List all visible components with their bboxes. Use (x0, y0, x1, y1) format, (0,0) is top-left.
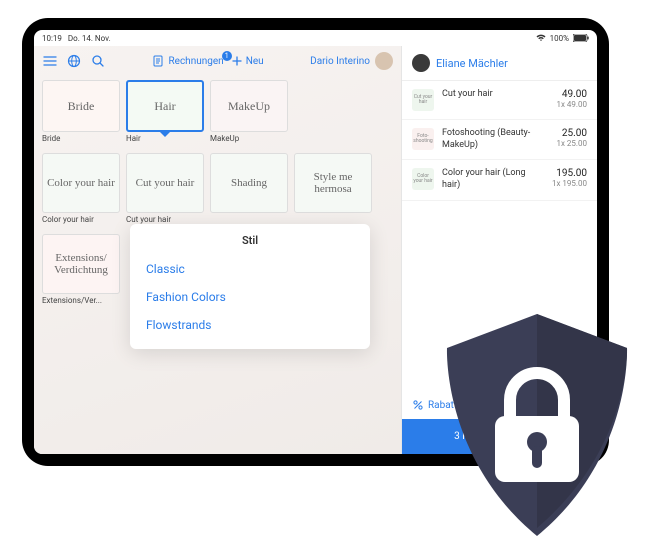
status-battery-pct: 100% (550, 34, 569, 43)
main-user-name: Dario Interino (310, 56, 370, 67)
line-item-amount: 195.00 (552, 168, 587, 179)
line-item-amount: 25.00 (556, 128, 587, 139)
main-user-chip[interactable]: Dario Interino (310, 52, 393, 70)
wifi-icon (536, 34, 546, 42)
security-shield-overlay (432, 308, 642, 544)
category-tile-label: MakeUp (228, 99, 270, 114)
new-label: Neu (246, 56, 264, 67)
percent-icon (412, 399, 424, 411)
service-label: Color your hair (42, 215, 120, 224)
service-tile-label: Cut your hair (136, 177, 195, 189)
category-label: Bride (42, 134, 120, 143)
service-label (294, 215, 372, 224)
status-bar: 10:19 Do. 14. Nov. 100% (34, 30, 597, 46)
service-tile[interactable]: Color your hair (42, 153, 120, 213)
line-item-price: 195.00 1x 195.00 (552, 168, 587, 188)
cart-customer-name: Eliane Mächler (436, 57, 508, 70)
service-tile[interactable]: Cut your hair (126, 153, 204, 213)
popup-item[interactable]: Classic (130, 255, 370, 283)
main-toolbar: Rechnungen 1 Neu Dario Interino (34, 46, 401, 76)
service-label: Extensions/Ver... (42, 296, 120, 305)
cart-line-item[interactable]: Cut your hair Cut your hair 49.00 1x 49.… (402, 81, 597, 120)
line-item-price: 25.00 1x 25.00 (556, 128, 587, 148)
status-date: Do. 14. Nov. (68, 34, 111, 43)
invoices-button[interactable]: Rechnungen 1 (152, 55, 223, 67)
cart-line-item[interactable]: Foto-shooting Fotoshooting (Beauty-MakeU… (402, 120, 597, 160)
category-row: Bride Hair MakeUp (34, 76, 401, 134)
popup-item[interactable]: Flowstrands (130, 311, 370, 339)
category-tile-makeup[interactable]: MakeUp (210, 80, 288, 132)
search-icon[interactable] (90, 53, 106, 69)
globe-icon[interactable] (66, 53, 82, 69)
category-tile-bride[interactable]: Bride (42, 80, 120, 132)
line-item-thumb: Cut your hair (412, 89, 434, 111)
line-item-name: Color your hair (Long hair) (442, 168, 544, 191)
category-tile-label: Bride (68, 99, 95, 114)
category-tile-label: Hair (154, 99, 175, 114)
line-item-qty: 1x 49.00 (556, 100, 587, 109)
line-item-name: Fotoshooting (Beauty-MakeUp) (442, 128, 548, 151)
invoices-label: Rechnungen (168, 56, 223, 67)
battery-icon (573, 34, 589, 42)
service-tile-label: Shading (231, 177, 267, 189)
line-item-qty: 1x 25.00 (556, 139, 587, 148)
style-popup: Stil Classic Fashion Colors Flowstrands (130, 224, 370, 349)
avatar (375, 52, 393, 70)
line-item-thumb: Foto-shooting (412, 128, 434, 150)
service-tile-label: Color your hair (47, 177, 115, 189)
service-tile-label: Extensions/ Verdichtung (47, 252, 115, 276)
invoices-badge: 1 (222, 51, 232, 61)
line-item-amount: 49.00 (556, 89, 587, 100)
cart-line-item[interactable]: Color your hair Color your hair (Long ha… (402, 160, 597, 200)
category-label: MakeUp (210, 134, 288, 143)
popup-item[interactable]: Fashion Colors (130, 283, 370, 311)
service-tile-label: Style me hermosa (299, 171, 367, 195)
avatar (412, 54, 430, 72)
status-time: 10:19 (42, 34, 62, 43)
service-label: Cut your hair (126, 215, 204, 224)
category-labels: Bride Hair MakeUp (34, 134, 401, 149)
category-tile-hair[interactable]: Hair (126, 80, 204, 132)
menu-icon[interactable] (42, 53, 58, 69)
service-tile[interactable]: Extensions/ Verdichtung (42, 234, 120, 294)
service-tile[interactable]: Shading (210, 153, 288, 213)
new-button[interactable]: Neu (232, 56, 264, 67)
service-label (210, 215, 288, 224)
line-item-price: 49.00 1x 49.00 (556, 89, 587, 109)
cart-header[interactable]: Eliane Mächler (402, 46, 597, 81)
line-item-thumb: Color your hair (412, 168, 434, 190)
service-row-1: Color your hair Cut your hair Shading St… (34, 149, 401, 215)
line-item-qty: 1x 195.00 (552, 179, 587, 188)
selected-pointer-icon (158, 130, 172, 137)
popup-title: Stil (130, 234, 370, 255)
line-item-name: Cut your hair (442, 89, 548, 101)
service-tile[interactable]: Style me hermosa (294, 153, 372, 213)
main-panel: Rechnungen 1 Neu Dario Interino Bride (34, 46, 402, 454)
